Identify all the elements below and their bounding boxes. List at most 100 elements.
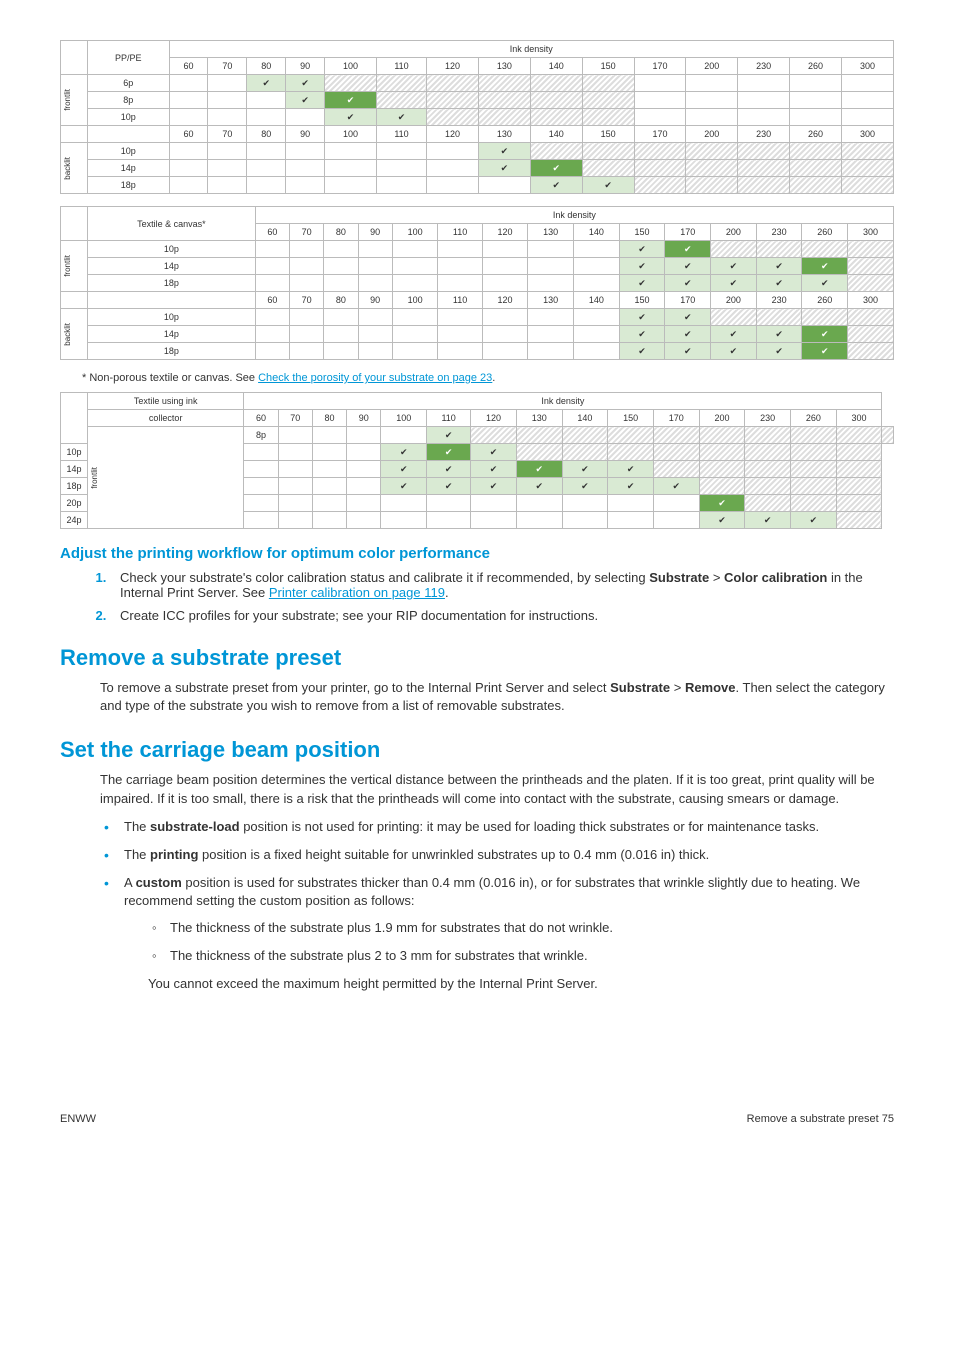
col-header: 200 — [699, 410, 745, 427]
col-header: 70 — [290, 224, 324, 241]
density-cell — [528, 241, 574, 258]
col-header: 60 — [169, 58, 208, 75]
density-cell — [665, 241, 711, 258]
density-cell — [482, 258, 528, 275]
density-cell — [471, 461, 517, 478]
density-cell — [836, 512, 882, 529]
col-header: 110 — [427, 410, 471, 427]
b3c: position is used for substrates thicker … — [124, 875, 860, 908]
density-cell — [562, 444, 608, 461]
calibration-link[interactable]: Printer calibration on page 119 — [269, 585, 445, 600]
density-cell — [427, 427, 471, 444]
density-cell — [286, 143, 325, 160]
remove-bold2: Remove — [685, 680, 736, 695]
density-cell — [438, 241, 482, 258]
bullet-custom: A custom position is used for substrates… — [100, 874, 894, 993]
density-cell — [791, 478, 837, 495]
step1-text: Check your substrate's color calibration… — [120, 570, 649, 585]
row-label: 6p — [88, 75, 170, 92]
density-cell — [427, 160, 479, 177]
col-header: 100 — [325, 126, 377, 143]
density-cell — [528, 258, 574, 275]
density-cell — [582, 143, 634, 160]
density-cell — [247, 109, 286, 126]
density-cell — [802, 343, 848, 360]
row-label: 8p — [244, 427, 278, 444]
density-cell — [686, 92, 738, 109]
col-header: 200 — [711, 224, 757, 241]
step-1: Check your substrate's color calibration… — [110, 570, 894, 600]
density-cell — [247, 75, 286, 92]
density-cell — [634, 109, 686, 126]
footnote-end: . — [492, 372, 495, 384]
col-header: 100 — [381, 410, 427, 427]
density-cell — [347, 461, 381, 478]
col-header: 230 — [756, 224, 802, 241]
density-cell — [255, 241, 289, 258]
density-cell — [169, 143, 208, 160]
density-cell — [169, 75, 208, 92]
density-cell — [471, 512, 517, 529]
row-label: 8p — [88, 92, 170, 109]
col-header: 260 — [790, 58, 842, 75]
density-cell — [653, 478, 699, 495]
density-cell — [516, 444, 562, 461]
col-header: 140 — [574, 292, 620, 309]
density-cell — [290, 275, 324, 292]
density-cell — [244, 495, 278, 512]
density-cell — [738, 92, 790, 109]
density-cell — [802, 275, 848, 292]
density-cell — [286, 92, 325, 109]
density-cell — [665, 258, 711, 275]
b3a: A — [124, 875, 136, 890]
density-cell — [247, 160, 286, 177]
density-table: Textile using inkInk densitycollector607… — [60, 392, 894, 529]
col-header: 200 — [686, 126, 738, 143]
col-header: 110 — [438, 292, 482, 309]
density-cell — [619, 309, 665, 326]
density-cell — [530, 177, 582, 194]
density-cell — [376, 109, 426, 126]
col-header: 260 — [802, 292, 848, 309]
col-header: 170 — [634, 126, 686, 143]
col-header: 80 — [247, 126, 286, 143]
sub-no-wrinkle: The thickness of the substrate plus 1.9 … — [148, 919, 894, 937]
density-cell — [312, 512, 346, 529]
density-cell — [208, 143, 247, 160]
density-cell — [608, 427, 654, 444]
porosity-link[interactable]: Check the porosity of your substrate on … — [258, 372, 492, 384]
density-cell — [376, 160, 426, 177]
density-cell — [665, 275, 711, 292]
density-cell — [381, 461, 427, 478]
ink-density-header: Ink density — [255, 207, 893, 224]
density-cell — [653, 461, 699, 478]
col-header: 120 — [482, 224, 528, 241]
density-cell — [478, 177, 530, 194]
row-label: 18p — [88, 343, 256, 360]
density-cell — [358, 343, 392, 360]
density-cell — [324, 258, 358, 275]
density-cell — [745, 495, 791, 512]
group-label: backlit — [61, 143, 88, 194]
density-cell — [427, 177, 479, 194]
col-header: 170 — [653, 410, 699, 427]
density-cell — [312, 461, 346, 478]
col-header: 90 — [286, 126, 325, 143]
density-cell — [608, 461, 654, 478]
density-cell — [634, 177, 686, 194]
density-cell — [841, 160, 893, 177]
density-table: PP/PEInk density607080901001101201301401… — [60, 40, 894, 194]
density-table: Textile & canvas*Ink density607080901001… — [60, 206, 894, 360]
density-cell — [471, 495, 517, 512]
density-cell — [745, 461, 791, 478]
col-header: 110 — [376, 126, 426, 143]
density-cell — [290, 258, 324, 275]
density-cell — [841, 75, 893, 92]
density-cell — [848, 326, 894, 343]
col-header: 300 — [848, 224, 894, 241]
density-cell — [325, 177, 377, 194]
col-header: 170 — [634, 58, 686, 75]
density-cell — [312, 444, 346, 461]
density-cell — [358, 241, 392, 258]
density-cell — [381, 444, 427, 461]
